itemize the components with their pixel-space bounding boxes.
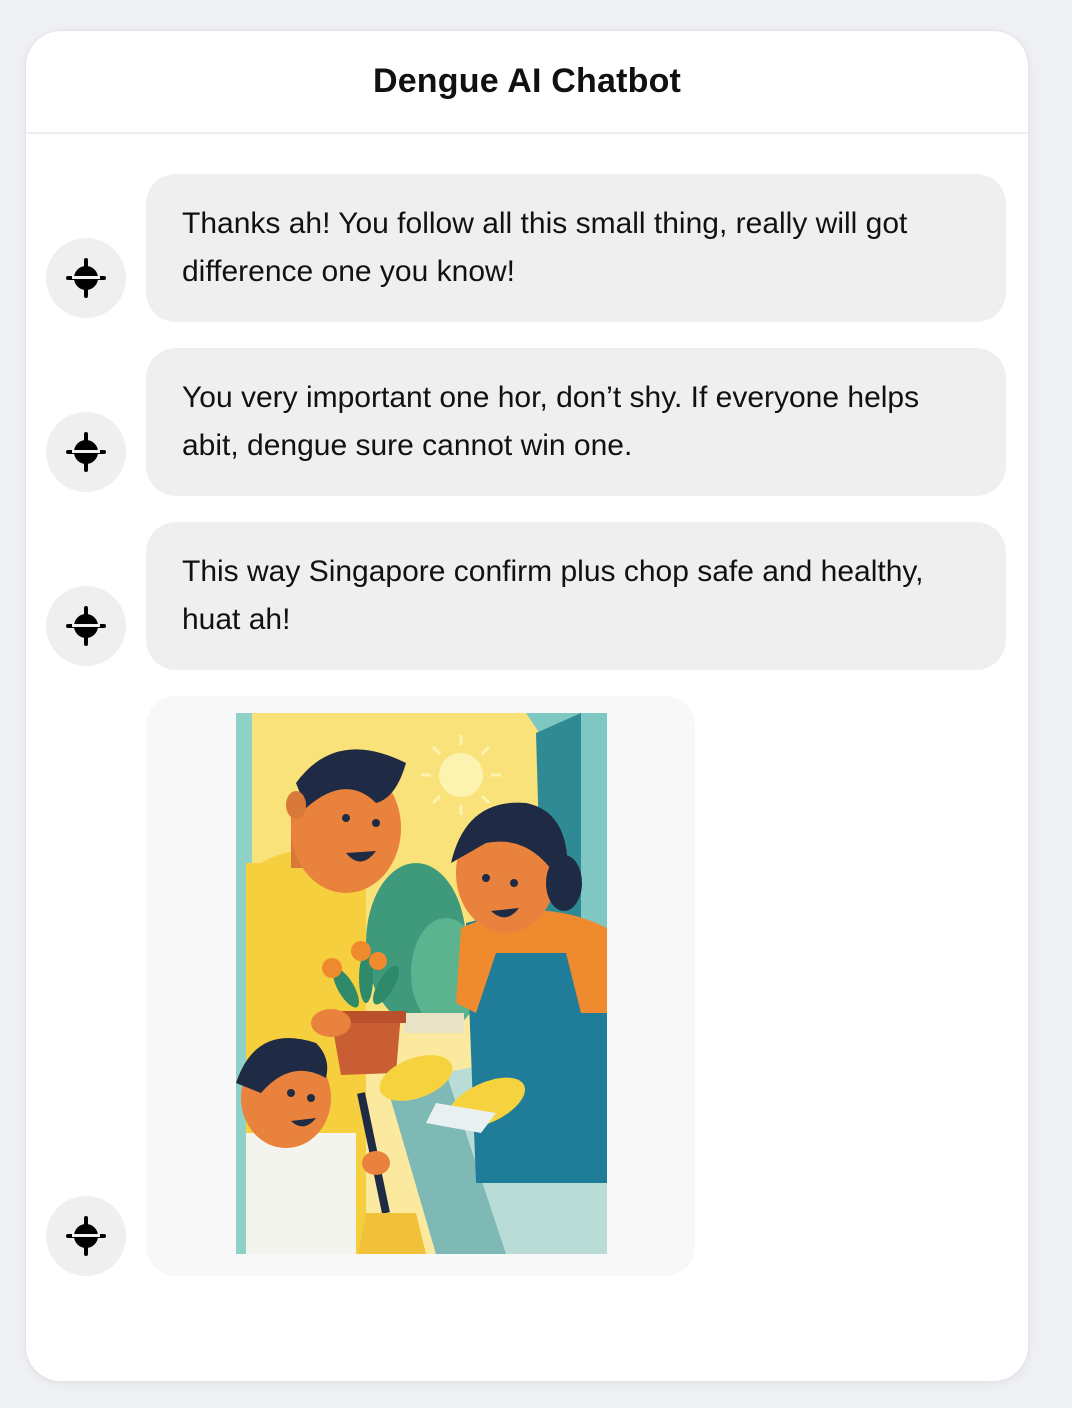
bot-avatar-icon: [66, 606, 106, 646]
family-cleaning-illustration[interactable]: [236, 713, 607, 1254]
bot-avatar-icon: [66, 1216, 106, 1256]
chat-message: Thanks ah! You follow all this small thi…: [146, 174, 1006, 322]
bot-avatar: [46, 238, 126, 318]
bot-avatar-icon: [66, 258, 106, 298]
bot-avatar-icon: [66, 432, 106, 472]
chat-message: You very important one hor, don’t shy. I…: [146, 348, 1006, 496]
chat-window: Dengue AI Chatbot Thanks ah! You follow …: [25, 30, 1029, 1382]
chat-message: This way Singapore confirm plus chop saf…: [146, 522, 1006, 670]
chat-header: Dengue AI Chatbot: [26, 31, 1028, 134]
bot-avatar: [46, 412, 126, 492]
bot-avatar: [46, 1196, 126, 1276]
page-title: Dengue AI Chatbot: [372, 62, 682, 100]
chat-image-message: [146, 696, 695, 1276]
bot-avatar: [46, 586, 126, 666]
